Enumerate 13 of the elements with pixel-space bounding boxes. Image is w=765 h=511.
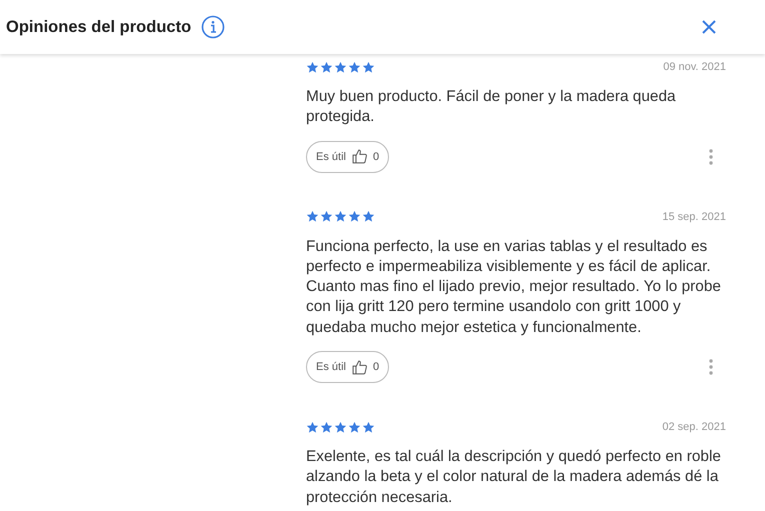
close-button[interactable] [700,18,718,36]
review-text: Exelente, es tal cuál la descripción y quedó perfecto en roble alzando la beta y el color natural de la madera además dé la protección necesaria. [306,447,722,508]
thumbs-up-icon [350,358,368,376]
review-text: Funciona perfecto, la use en varias tablas y el resultado es perfecto e impermeabiliza visiblemente y es fácil de aplicar. Cuanto mas fino el lijado previo, mejor resultado. Yo lo probe con lija gritt 120 pero termine usandolo con gritt 1000 y quedaba mucho mejor estetica y funcionalmente. [306,236,722,338]
helpful-button[interactable]: Es útil 0 [306,351,390,384]
info-icon[interactable] [201,15,226,39]
review-date: 09 nov. 2021 [663,61,726,73]
review-date: 15 sep. 2021 [662,210,726,223]
thumbs-up-icon [350,148,368,166]
review-text: Muy buen producto. Fácil de poner y la madera queda protegida. [306,87,677,128]
review-date: 02 sep. 2021 [662,421,726,434]
dialog-title: Opiniones del producto [6,18,192,36]
helpful-button[interactable]: Es útil 0 [306,140,390,173]
